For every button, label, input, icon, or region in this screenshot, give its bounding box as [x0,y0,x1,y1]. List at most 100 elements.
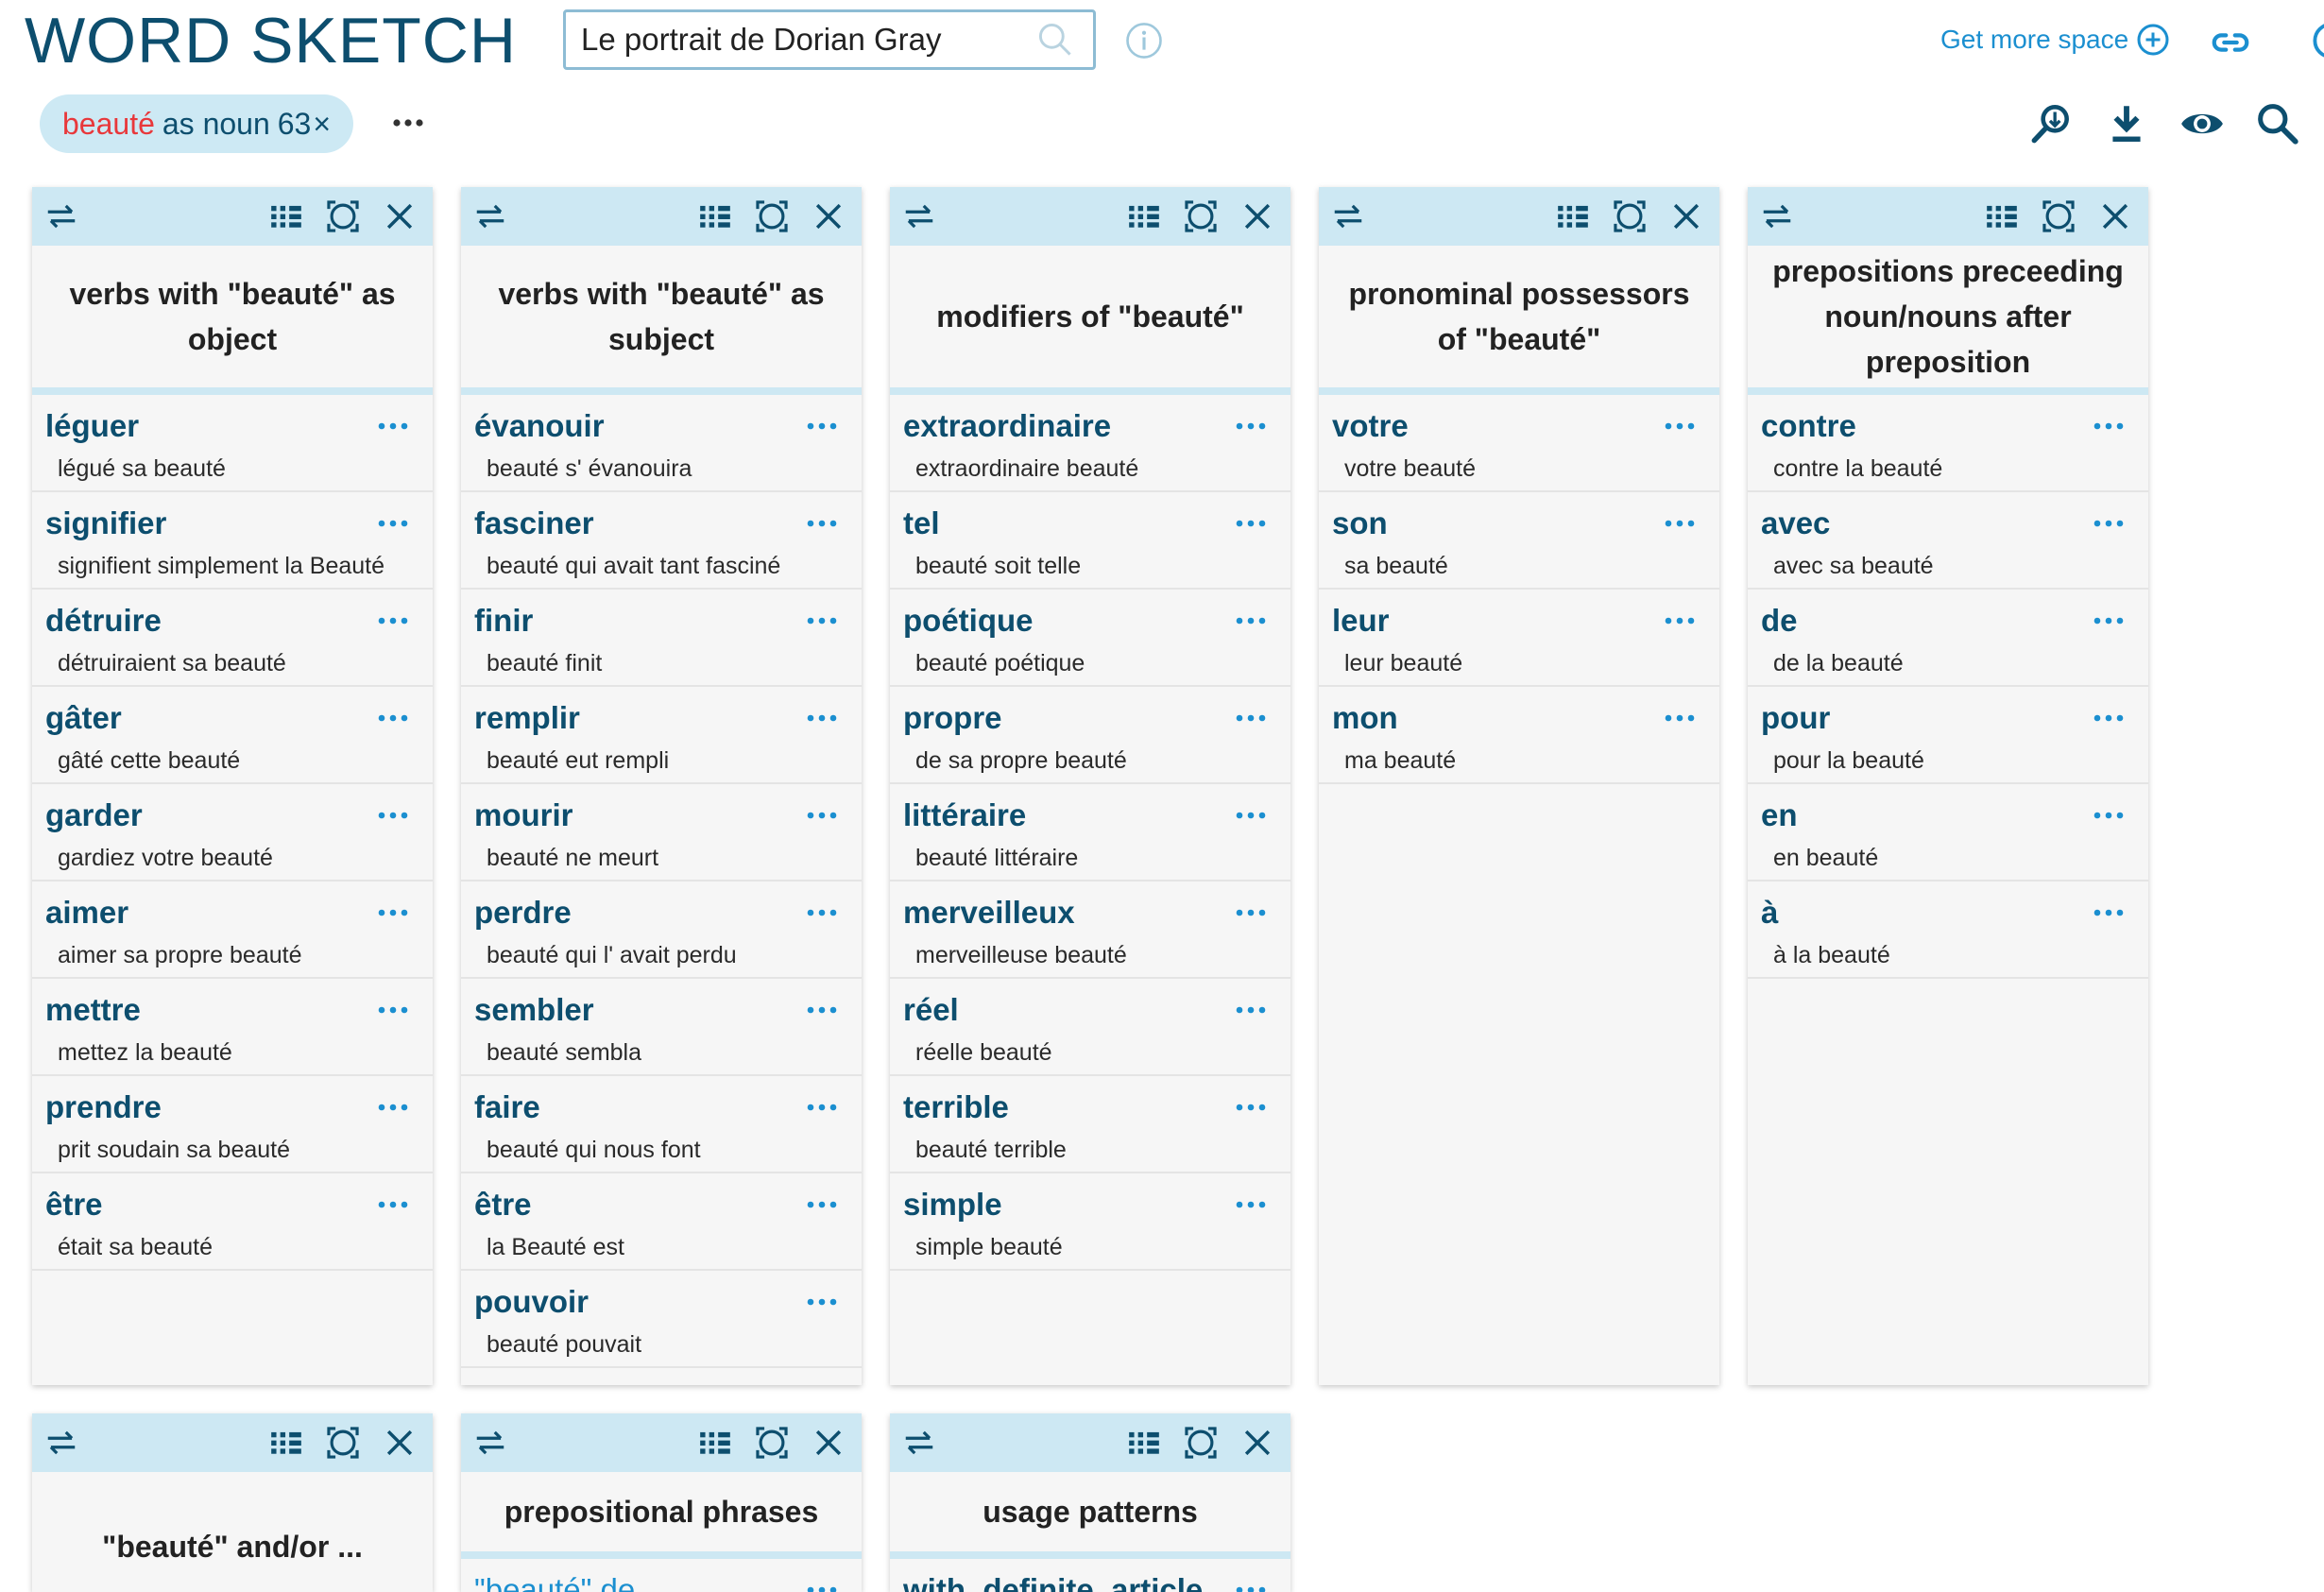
list-item[interactable]: merveilleux merveilleuse beauté [890,882,1290,979]
more-horizontal-icon[interactable] [1234,1101,1268,1114]
collocate-example[interactable]: à la beauté [1773,942,1890,969]
collocate-example[interactable]: de sa propre beauté [915,747,1127,775]
close-icon[interactable] [1668,198,1704,234]
list-item[interactable]: contre contre la beauté [1748,395,2148,492]
collocate-example[interactable]: beauté littéraire [915,845,1078,872]
list-item[interactable]: tel beauté soit telle [890,492,1290,590]
more-horizontal-icon[interactable] [1663,419,1697,433]
collocate-word[interactable]: évanouir [474,408,605,444]
search-input[interactable] [566,12,1034,67]
list-item[interactable]: remplir beauté eut rempli [461,687,862,784]
more-horizontal-icon[interactable] [1663,711,1697,725]
list-item[interactable]: de de la beauté [1748,590,2148,687]
more-horizontal-icon[interactable] [1234,419,1268,433]
info-icon[interactable] [1124,21,1164,60]
close-icon[interactable] [1239,198,1275,234]
collocate-word[interactable]: perdre [474,895,572,931]
more-horizontal-icon[interactable] [1663,517,1697,530]
collocate-example[interactable]: beauté soit telle [915,553,1081,580]
more-horizontal-icon[interactable] [376,1003,410,1017]
more-horizontal-icon[interactable] [376,614,410,627]
list-item[interactable]: être était sa beauté [32,1173,433,1271]
more-horizontal-icon[interactable] [1234,517,1268,530]
close-icon[interactable] [382,198,418,234]
more-horizontal-icon[interactable] [805,1101,839,1114]
collocate-word[interactable]: avec [1761,505,1830,541]
collocate-word[interactable]: propre [903,700,1002,736]
list-item[interactable]: littéraire beauté littéraire [890,784,1290,882]
collocate-example[interactable]: la Beauté est [487,1234,624,1261]
layout-icon[interactable] [697,198,733,234]
eye-icon[interactable] [2179,100,2226,147]
collocate-word[interactable]: son [1332,505,1388,541]
list-item[interactable]: propre de sa propre beauté [890,687,1290,784]
fullscreen-icon[interactable] [325,198,361,234]
collocate-word[interactable]: "beauté" de [474,1572,635,1592]
collocate-example[interactable]: beauté qui l' avait perdu [487,942,737,969]
collocate-example[interactable]: beauté poétique [915,650,1085,677]
zoom-icon[interactable] [2027,100,2075,147]
layout-icon[interactable] [1126,198,1162,234]
layout-icon[interactable] [697,1425,733,1461]
collocate-word[interactable]: mon [1332,700,1398,736]
more-horizontal-icon[interactable] [1234,1003,1268,1017]
collocate-word[interactable]: tel [903,505,940,541]
more-horizontal-icon[interactable] [376,711,410,725]
search-icon[interactable] [2254,100,2301,147]
swap-icon[interactable] [472,1425,508,1461]
swap-icon[interactable] [901,1425,937,1461]
more-horizontal-icon[interactable] [376,419,410,433]
more-horizontal-icon[interactable] [2092,419,2126,433]
more-horizontal-icon[interactable] [2092,517,2126,530]
list-item[interactable]: signifier signifient simplement la Beaut… [32,492,433,590]
list-item[interactable]: léguer légué sa beauté [32,395,433,492]
more-horizontal-icon[interactable] [805,1583,839,1592]
collocate-example[interactable]: beauté terrible [915,1137,1067,1164]
collocate-example[interactable]: gâté cette beauté [58,747,240,775]
more-horizontal-icon[interactable] [805,1198,839,1211]
list-item[interactable]: votre votre beauté [1319,395,1719,492]
list-item[interactable]: réel réelle beauté [890,979,1290,1076]
collocate-example[interactable]: beauté s' évanouira [487,455,692,483]
collocate-example[interactable]: leur beauté [1344,650,1462,677]
collocate-example[interactable]: avec sa beauté [1773,553,1934,580]
collocate-word[interactable]: en [1761,797,1798,833]
list-item[interactable]: finir beauté finit [461,590,862,687]
more-horizontal-icon[interactable] [376,517,410,530]
layout-icon[interactable] [1984,198,2020,234]
more-horizontal-icon[interactable] [1234,809,1268,822]
list-item[interactable]: détruire détruiraient sa beauté [32,590,433,687]
more-horizontal-icon[interactable] [1234,614,1268,627]
collocate-word[interactable]: prendre [45,1089,162,1125]
collocate-example[interactable]: simple beauté [915,1234,1063,1261]
close-icon[interactable] [382,1425,418,1461]
collocate-example[interactable]: ma beauté [1344,747,1456,775]
list-item[interactable]: perdre beauté qui l' avait perdu [461,882,862,979]
list-item[interactable]: évanouir beauté s' évanouira [461,395,862,492]
query-close[interactable]: × [313,107,331,142]
list-item[interactable]: fasciner beauté qui avait tant fasciné [461,492,862,590]
collocate-example[interactable]: détruiraient sa beauté [58,650,286,677]
more-horizontal-icon[interactable] [805,906,839,919]
more-horizontal-icon[interactable] [805,614,839,627]
list-item[interactable]: à à la beauté [1748,882,2148,979]
collocate-word[interactable]: garder [45,797,143,833]
collocate-example[interactable]: sa beauté [1344,553,1448,580]
collocate-word[interactable]: signifier [45,505,166,541]
collocate-word[interactable]: gâter [45,700,122,736]
more-horizontal-icon[interactable] [1234,1583,1268,1592]
close-icon[interactable] [1239,1425,1275,1461]
collocate-word[interactable]: leur [1332,603,1390,639]
swap-icon[interactable] [43,198,79,234]
collocate-word[interactable]: finir [474,603,533,639]
collocate-example[interactable]: gardiez votre beauté [58,845,273,872]
collocate-example[interactable]: en beauté [1773,845,1878,872]
collocate-word[interactable]: mourir [474,797,573,833]
collocate-example[interactable]: merveilleuse beauté [915,942,1127,969]
collocate-word[interactable]: à [1761,895,1778,931]
collocate-word[interactable]: aimer [45,895,128,931]
search-box[interactable] [563,9,1096,70]
more-horizontal-icon[interactable] [2092,906,2126,919]
list-item[interactable]: être la Beauté est [461,1173,862,1271]
collocate-example[interactable]: beauté qui nous font [487,1137,701,1164]
